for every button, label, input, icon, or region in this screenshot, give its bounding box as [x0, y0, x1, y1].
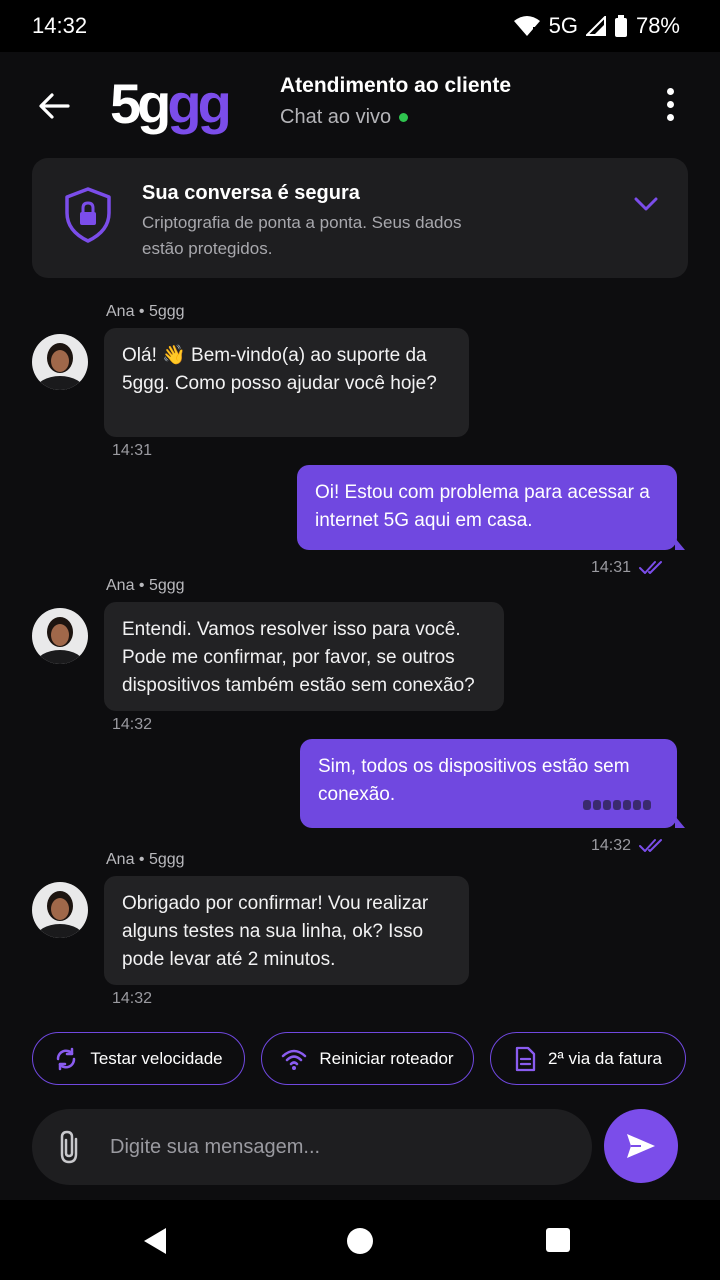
battery-level: 78% — [635, 13, 680, 38]
message-time: 14:31 — [591, 559, 632, 576]
cell-signal-icon — [585, 16, 606, 36]
quick-reply-speed-test[interactable]: Testar velocidade — [32, 1032, 245, 1085]
online-indicator — [399, 113, 409, 122]
message-time: 14:31 — [112, 442, 153, 459]
more-options-button[interactable] — [652, 80, 688, 128]
quick-reply-invoice[interactable]: 2ª via da fatura — [490, 1032, 686, 1085]
message-time-row: 14:32 — [591, 837, 665, 855]
message-time: 14:32 — [591, 837, 632, 854]
agent-avatar-image — [32, 334, 88, 390]
user-message-bubble: Oi! Estou com problema para acessar a in… — [297, 465, 685, 550]
chevron-down-icon[interactable] — [632, 190, 660, 218]
kebab-dot — [666, 100, 674, 108]
kebab-dot — [666, 87, 674, 95]
system-nav-bar — [0, 1200, 720, 1280]
agent-avatar-image — [32, 882, 88, 938]
chat-header: 5ggg Atendimento ao cliente Chat ao vivo — [0, 52, 720, 156]
back-button[interactable] — [32, 84, 76, 128]
agent-avatar — [32, 882, 88, 938]
message-composer — [32, 1109, 592, 1185]
agent-avatar — [32, 608, 88, 664]
agent-avatar-image — [32, 608, 88, 664]
wifi-signal-icon — [513, 16, 540, 36]
nav-recents-button[interactable] — [546, 1228, 570, 1252]
message-sender: Ana • 5ggg — [106, 851, 185, 868]
paperclip-icon[interactable] — [56, 1129, 84, 1165]
message-sender: Ana • 5ggg — [106, 577, 185, 594]
message-text: Entendi. Vamos resolver isso para você. … — [122, 619, 475, 696]
status-time: 14:32 — [32, 13, 88, 38]
bubble-decoration — [583, 800, 651, 810]
chat-title: Atendimento ao cliente — [280, 74, 512, 97]
agent-message-bubble: Obrigado por confirmar! Vou realizar alg… — [104, 876, 469, 985]
quick-reply-label: Reiniciar roteador — [319, 1048, 454, 1068]
message-text: Olá! 👋 Bem-vindo(a) ao suporte da 5ggg. … — [122, 345, 437, 394]
quick-reply-label: 2ª via da fatura — [547, 1048, 663, 1068]
logo-text-white: 5g — [110, 72, 171, 135]
secure-banner-title: Sua conversa é segura — [142, 182, 360, 204]
logo-text-purple: gg — [167, 72, 231, 135]
network-type: 5G — [548, 13, 578, 38]
message-input[interactable] — [110, 1127, 580, 1167]
send-button[interactable] — [604, 1109, 678, 1183]
nav-home-button[interactable] — [347, 1228, 373, 1254]
message-text: Sim, todos os dispositivos estão sem con… — [318, 756, 630, 805]
double-check-icon — [639, 839, 663, 852]
kebab-dot — [666, 113, 674, 121]
battery-icon — [614, 15, 627, 37]
quick-reply-label: Testar velocidade — [90, 1048, 223, 1068]
secure-banner-text: Criptografia de ponta a ponta. Seus dado… — [142, 213, 462, 258]
agent-message-bubble: Entendi. Vamos resolver isso para você. … — [104, 602, 504, 711]
message-text: Oi! Estou com problema para acessar a in… — [315, 482, 650, 531]
agent-message-bubble: Olá! 👋 Bem-vindo(a) ao suporte da 5ggg. … — [104, 328, 469, 437]
message-text: Obrigado por confirmar! Vou realizar alg… — [122, 893, 429, 970]
quick-reply-restart-router[interactable]: Reiniciar roteador — [261, 1032, 474, 1085]
message-sender: Ana • 5ggg — [106, 303, 185, 320]
message-time-row: 14:31 — [591, 559, 665, 577]
status-icons: 5G 78% — [513, 13, 680, 39]
double-check-icon — [639, 561, 663, 574]
send-icon — [627, 1134, 655, 1158]
user-message-bubble: Sim, todos os dispositivos estão sem con… — [300, 739, 685, 828]
brand-logo: 5ggg — [110, 72, 232, 136]
document-icon — [515, 1046, 536, 1071]
refresh-icon — [57, 1047, 76, 1070]
agent-avatar — [32, 334, 88, 390]
secure-conversation-banner[interactable]: Sua conversa é segura Criptografia de po… — [32, 158, 688, 278]
arrow-left-icon — [39, 93, 70, 119]
chat-status: Chat ao vivo — [280, 106, 409, 129]
message-time: 14:32 — [112, 990, 153, 1007]
status-bar: 14:32 5G 78% — [0, 0, 720, 52]
chat-status-label: Chat ao vivo — [280, 106, 392, 128]
shield-lock-icon — [65, 187, 111, 243]
nav-back-icon[interactable] — [142, 1226, 168, 1256]
wifi-icon — [282, 1049, 307, 1070]
message-time: 14:32 — [112, 716, 153, 733]
